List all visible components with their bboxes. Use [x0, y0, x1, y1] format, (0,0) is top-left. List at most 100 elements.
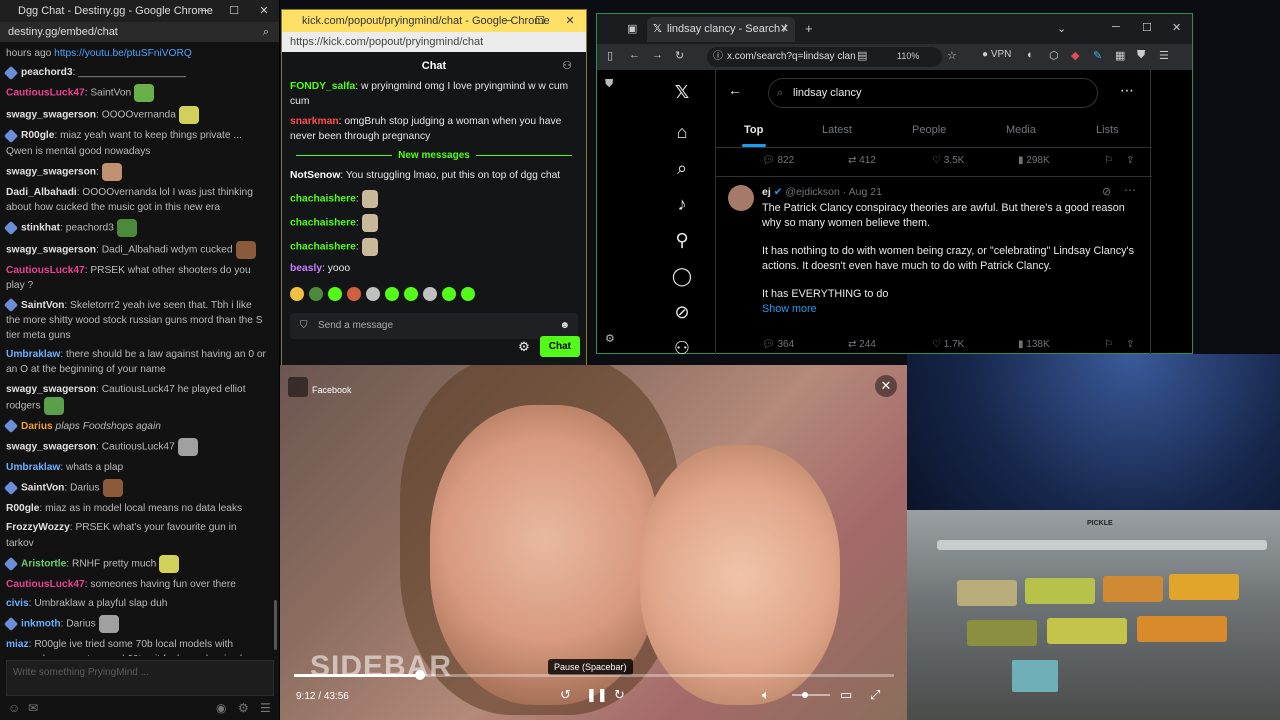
dgg-window-titlebar[interactable]: Dgg Chat - Destiny.gg - Google Chrome ─ …	[0, 0, 279, 22]
share-icon[interactable]: ⇪	[1126, 155, 1134, 166]
chat-username[interactable]: R00gle	[6, 503, 39, 514]
emote-icon[interactable]	[328, 287, 342, 301]
dgg-message-input[interactable]: Write something PryingMind ...	[6, 660, 274, 696]
close-icon[interactable]: ✕	[1172, 21, 1181, 34]
sidebar-panel-icon[interactable]: ⛊	[605, 78, 613, 91]
chat-username[interactable]: snarkman	[290, 116, 339, 127]
emote-icon[interactable]	[404, 287, 418, 301]
chat-username[interactable]: Umbraklaw	[6, 462, 60, 473]
video-scrubber-handle[interactable]	[414, 670, 425, 680]
tab-people[interactable]: People	[912, 124, 946, 136]
dgg-chat-messages[interactable]: hours ago https://youtu.be/ptuSFniVORQ pe…	[0, 44, 272, 656]
more-options-icon[interactable]: ⋯	[1124, 183, 1136, 197]
new-tab-icon[interactable]: +	[805, 21, 813, 36]
reload-icon[interactable]: ↻	[675, 49, 684, 62]
extension-icon[interactable]: ◆	[1071, 49, 1079, 62]
chat-username[interactable]: FrozzyWozzy	[6, 522, 70, 533]
extension-icon[interactable]: ✎	[1093, 49, 1102, 62]
chat-username[interactable]: CautiousLuck47	[6, 579, 85, 590]
kick-window-titlebar[interactable]: kick.com/popout/pryingmind/chat - Google…	[282, 10, 586, 32]
chat-username[interactable]: NotSenow	[290, 170, 340, 181]
tab-lists[interactable]: Lists	[1096, 124, 1119, 136]
chat-username[interactable]: swagy_swagerson	[6, 384, 96, 395]
extension-icon[interactable]: ◐	[1027, 49, 1034, 61]
chat-username[interactable]: miaz	[6, 639, 29, 650]
chat-username[interactable]: chachaishere	[290, 241, 356, 252]
like-button[interactable]: ♡ 1.7K	[932, 339, 964, 350]
rewind-icon[interactable]: ↺	[560, 687, 571, 703]
sidebar-toggle-icon[interactable]: ▯	[607, 49, 613, 62]
chat-username[interactable]: FONDY_salfa	[290, 81, 355, 92]
pause-icon[interactable]: ❚❚	[586, 687, 608, 703]
chat-username[interactable]: Aristortle	[21, 559, 66, 570]
bookmark-icon[interactable]: ⚐	[1104, 339, 1113, 350]
chat-username[interactable]: swagy_swagerson	[6, 167, 96, 178]
vpn-button[interactable]: ● VPN	[982, 49, 1011, 60]
chat-username[interactable]: civis	[6, 598, 29, 609]
minimize-icon[interactable]: ─	[188, 0, 220, 22]
close-icon[interactable]: ✕	[554, 10, 586, 32]
zoom-icon[interactable]: ⌕	[263, 22, 269, 42]
kick-address-bar[interactable]: https://kick.com/popout/pryingmind/chat	[282, 32, 586, 52]
dgg-address-bar[interactable]: destiny.gg/embed/chat ⌕	[0, 22, 279, 42]
profile-icon[interactable]: ⚇	[664, 338, 700, 359]
x-search-input[interactable]: ⌕ lindsay clancy	[768, 78, 1098, 108]
bookmark-icon[interactable]: ⚐	[1104, 155, 1113, 166]
chat-link[interactable]: https://youtu.be/ptuSFniVORQ	[54, 48, 192, 59]
follow-add-user-icon[interactable]: ⚲	[664, 230, 700, 251]
forward-icon[interactable]: →	[652, 49, 663, 61]
tab-media[interactable]: Media	[1006, 124, 1036, 136]
chat-username[interactable]: CautiousLuck47	[6, 88, 85, 99]
extension-icon[interactable]: ▦	[1115, 49, 1125, 62]
chat-username[interactable]: Darius	[21, 421, 53, 432]
reader-icon[interactable]: ▤	[857, 49, 867, 62]
users-icon[interactable]: ☰	[260, 701, 271, 715]
video-progress-bar[interactable]	[294, 670, 894, 680]
volume-slider[interactable]	[792, 692, 830, 698]
x-logo-icon[interactable]: 𝕏	[664, 82, 700, 103]
more-options-icon[interactable]: ⋯	[1120, 82, 1134, 99]
dgg-scrollbar[interactable]	[274, 600, 277, 650]
tab-x-search[interactable]: 𝕏 lindsay clancy - Search / X ✕	[647, 17, 795, 60]
back-icon[interactable]: ←	[629, 49, 640, 61]
grok-icon[interactable]: ⊘	[664, 302, 700, 323]
share-icon[interactable]: ⇪	[1126, 339, 1134, 350]
volume-icon[interactable]: 🔈︎	[762, 687, 770, 703]
chat-username[interactable]: peachord3	[21, 67, 73, 78]
chat-username[interactable]: SaintVon	[21, 483, 64, 494]
emote-icon[interactable]	[309, 287, 323, 301]
home-icon[interactable]: ⌂	[664, 122, 700, 143]
chat-username[interactable]: swagy_swagerson	[6, 442, 96, 453]
chat-username[interactable]: inkmoth	[21, 619, 61, 630]
users-icon[interactable]: ⚇	[562, 52, 572, 80]
tab-search-icon[interactable]: ⌄	[1057, 22, 1066, 35]
repost-button[interactable]: ⇄ 244	[848, 339, 876, 350]
reply-button[interactable]: 💬︎ 364	[762, 339, 794, 350]
tweet[interactable]: ej ✔ @ejdickson · Aug 21 ⊘ ⋯ The Patrick…	[716, 176, 1152, 330]
maximize-icon[interactable]: ☐	[524, 10, 556, 32]
chat-username[interactable]: swagy_swagerson	[6, 245, 96, 256]
fullscreen-icon[interactable]: ⤢	[870, 687, 880, 703]
chat-username[interactable]: beasly	[290, 263, 322, 274]
messages-icon[interactable]: ◯	[664, 266, 700, 287]
emote-icon[interactable]	[290, 287, 304, 301]
chat-username[interactable]: chachaishere	[290, 217, 356, 228]
close-video-button[interactable]: ✕	[875, 375, 897, 397]
emote-icon[interactable]: ☺	[8, 701, 20, 715]
tab-top[interactable]: Top	[744, 124, 763, 136]
views-button[interactable]: ▮ 298K	[1018, 155, 1050, 166]
tab-latest[interactable]: Latest	[822, 124, 852, 136]
visibility-icon[interactable]: ◉	[216, 701, 226, 715]
emote-icon[interactable]	[366, 287, 380, 301]
emote-icon[interactable]	[347, 287, 361, 301]
kick-chat-messages[interactable]: FONDY_salfa: w pryingmind omg I love pry…	[282, 80, 586, 285]
extension-icon[interactable]: ⬡	[1049, 49, 1059, 62]
views-button[interactable]: ▮ 138K	[1018, 339, 1050, 350]
shield-icon[interactable]: ⛊	[1137, 49, 1145, 62]
forward-skip-icon[interactable]: ↻	[614, 687, 625, 703]
chat-username[interactable]: CautiousLuck47	[6, 265, 85, 276]
emote-icon[interactable]	[461, 287, 475, 301]
close-icon[interactable]: ✕	[248, 0, 280, 22]
chat-username[interactable]: SaintVon	[21, 300, 64, 311]
like-button[interactable]: ♡ 3.5K	[932, 155, 964, 166]
